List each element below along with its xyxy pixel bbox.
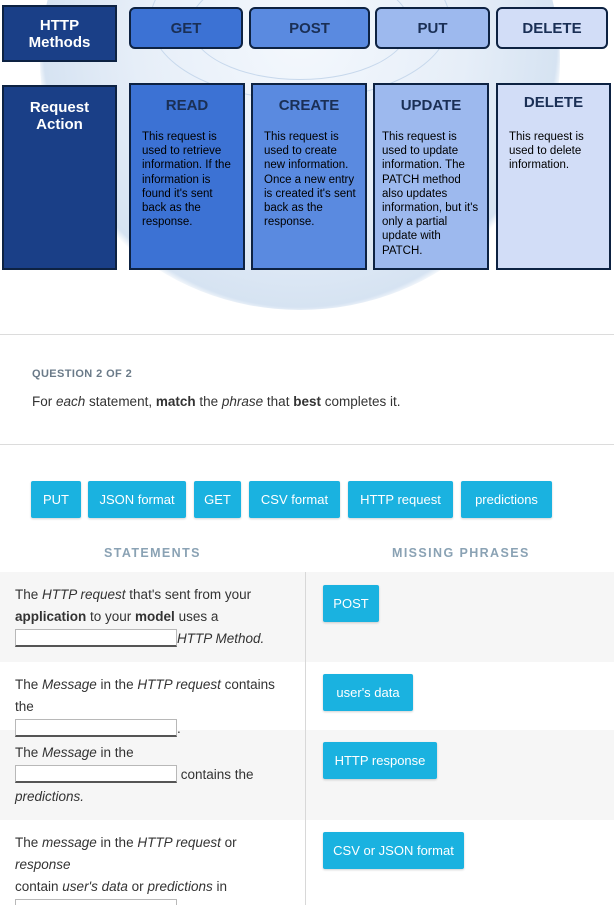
prompt-emphasis: each — [56, 394, 86, 409]
statement-text: that's sent from your — [125, 587, 252, 602]
phrase-chip-users-data[interactable]: user's data — [323, 674, 413, 711]
action-description: This request is used to retrieve informa… — [142, 131, 231, 229]
answer-blank-4[interactable] — [15, 899, 177, 905]
phrase-chip-http-response[interactable]: HTTP response — [323, 742, 437, 779]
action-description: This request is used to update informati… — [382, 131, 479, 257]
statement-text: to your — [86, 609, 136, 624]
statement-term: Message — [42, 677, 97, 692]
action-description: This request is used to create new infor… — [264, 131, 356, 229]
choice-chip-csv-format[interactable]: CSV format — [249, 481, 340, 518]
prompt-text: that — [263, 394, 294, 409]
choice-chip-get[interactable]: GET — [194, 481, 241, 518]
statement-term: HTTP Method. — [177, 631, 265, 646]
statement-term: application — [15, 609, 87, 624]
action-title: UPDATE — [400, 97, 462, 114]
action-update: UPDATE This request is used to update in… — [373, 83, 489, 270]
chip-label: POST — [333, 596, 369, 611]
answer-blank-1[interactable] — [15, 629, 177, 648]
action-title: DELETE — [523, 94, 584, 111]
method-label: POST — [289, 19, 330, 37]
statement-text: . — [177, 721, 181, 736]
statements-column-header: STATEMENTS — [104, 546, 201, 560]
statement-text: The — [15, 745, 43, 760]
row-label-text: Request Action — [29, 99, 90, 133]
statement-text: in the — [96, 677, 138, 692]
chip-label: GET — [204, 492, 231, 507]
statement-term: HTTP request — [137, 677, 221, 692]
statement-term: user's data — [62, 879, 128, 894]
statement-1: The HTTP request that's sent from your a… — [15, 584, 295, 650]
method-put: PUT — [375, 7, 490, 49]
statement-term: response — [15, 857, 71, 872]
missing-phrases-column-header: MISSING PHRASES — [392, 546, 530, 560]
column-divider — [305, 572, 306, 905]
action-create: CREATE This request is used to create ne… — [251, 83, 367, 270]
row-label-request-action: Request Action — [2, 85, 117, 270]
statement-text: The — [15, 835, 43, 850]
prompt-text: completes it. — [320, 394, 401, 409]
chip-label: CSV or JSON format — [333, 843, 454, 858]
chip-label: CSV format — [260, 492, 329, 507]
chip-label: HTTP response — [334, 753, 426, 768]
chip-label: predictions — [475, 492, 538, 507]
statement-term: message — [42, 835, 97, 850]
prompt-emphasis: match — [155, 394, 196, 409]
action-delete: DELETE This request is used to delete in… — [496, 83, 611, 270]
statement-text: in — [212, 879, 227, 894]
method-label: DELETE — [522, 19, 582, 37]
phrase-chip-csv-or-json-format[interactable]: CSV or JSON format — [323, 832, 464, 869]
statement-term: predictions — [147, 879, 213, 894]
method-post: POST — [249, 7, 370, 49]
statement-text: The — [15, 677, 43, 692]
question-header: QUESTION 2 OF 2 For each statement, matc… — [0, 334, 614, 445]
prompt-text: For — [32, 394, 57, 409]
prompt-emphasis: best — [293, 394, 321, 409]
row-label-text: HTTP Methods — [28, 16, 91, 51]
action-read: READ This request is used to retrieve in… — [129, 83, 245, 270]
question-prompt: For each statement, match the phrase tha… — [32, 394, 401, 409]
prompt-emphasis: phrase — [221, 394, 264, 409]
statement-term: Message — [42, 745, 97, 760]
statement-term: HTTP request — [137, 835, 221, 850]
method-get: GET — [129, 7, 243, 49]
statement-text: or — [127, 879, 148, 894]
statement-text: . — [177, 901, 181, 905]
statement-text: or — [220, 835, 237, 850]
action-title: READ — [165, 97, 209, 114]
choice-chip-http-request[interactable]: HTTP request — [348, 481, 453, 518]
prompt-text: the — [195, 394, 222, 409]
statement-term: model — [135, 609, 175, 624]
http-methods-figure: HTTP Methods Request Action GET POST PUT… — [0, 0, 614, 332]
method-label: PUT — [417, 19, 448, 37]
phrase-chip-post[interactable]: POST — [323, 585, 379, 622]
chip-label: HTTP request — [360, 492, 441, 507]
statement-text: contains the — [180, 767, 254, 782]
choice-chip-put[interactable]: PUT — [31, 481, 81, 518]
row-label-http-methods: HTTP Methods — [2, 5, 117, 62]
statement-text: The — [15, 587, 43, 602]
question-number: QUESTION 2 OF 2 — [32, 368, 133, 380]
statement-text: in the — [96, 745, 134, 760]
method-delete: DELETE — [496, 7, 608, 49]
chip-label: PUT — [43, 492, 69, 507]
prompt-text: statement, — [85, 394, 156, 409]
statement-text: uses a — [174, 609, 219, 624]
statement-3: The Message in the contains the predictio… — [15, 742, 295, 808]
chip-label: user's data — [336, 685, 400, 700]
chip-label: JSON format — [99, 492, 175, 507]
statement-term: predictions. — [15, 789, 85, 804]
answer-blank-3[interactable] — [15, 765, 177, 784]
choice-chip-json-format[interactable]: JSON format — [88, 481, 186, 518]
statement-term: HTTP request — [42, 587, 126, 602]
action-title: CREATE — [278, 97, 340, 114]
statement-text: in the — [96, 835, 138, 850]
method-label: GET — [170, 19, 202, 37]
statement-2: The Message in the HTTP request contains… — [15, 674, 295, 740]
choice-chip-predictions[interactable]: predictions — [461, 481, 552, 518]
action-description: This request is used to delete informati… — [509, 131, 584, 172]
statement-text: contain — [15, 879, 63, 894]
statement-4: The message in the HTTP request or respo… — [15, 832, 295, 905]
answer-blank-2[interactable] — [15, 719, 177, 738]
